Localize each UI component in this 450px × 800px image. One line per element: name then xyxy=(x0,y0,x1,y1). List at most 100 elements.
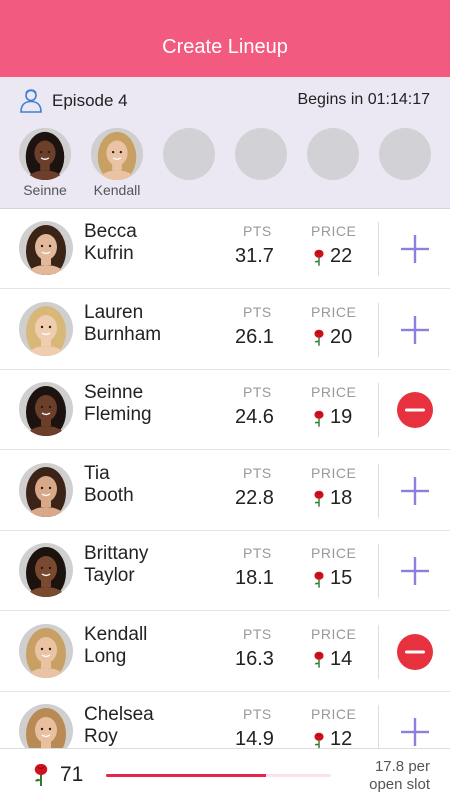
pts-label: PTS xyxy=(243,464,272,481)
pts-value: 22.8 xyxy=(235,486,274,509)
add-icon[interactable] xyxy=(397,231,433,267)
first-name: Seinne xyxy=(84,382,144,403)
first-name: Brittany xyxy=(84,543,149,564)
rose-icon xyxy=(314,410,324,427)
first-name: Becca xyxy=(84,221,137,242)
first-name: Lauren xyxy=(84,301,144,323)
contestant-row[interactable]: Becca Kufrin PTS 31.7 PRICE 22 xyxy=(0,209,450,289)
contestant-photo xyxy=(19,462,73,517)
price-value: 18 xyxy=(311,487,352,510)
rose-icon xyxy=(314,490,324,507)
contestant-photo xyxy=(19,128,71,180)
contestant-photo xyxy=(19,382,73,436)
price-amount: 12 xyxy=(330,728,353,748)
contestant-photo xyxy=(19,301,73,356)
lineup-slot-empty[interactable] xyxy=(235,128,287,180)
contestant-row[interactable]: Lauren Burnham PTS 26.1 PRICE 20 xyxy=(0,289,450,370)
divider xyxy=(378,624,379,679)
avatar xyxy=(19,704,73,748)
price-label: PRICE xyxy=(311,303,357,320)
divider xyxy=(378,222,379,276)
lineup-slot-empty[interactable] xyxy=(379,128,431,180)
price-label: PRICE xyxy=(311,384,357,400)
last-name: Kufrin xyxy=(84,243,134,264)
contestant-row[interactable]: Kendall Long PTS 16.3 PRICE 14 xyxy=(0,611,450,692)
price-amount: 18 xyxy=(330,486,353,509)
contestant-row[interactable]: Brittany Taylor PTS 18.1 PRICE 15 xyxy=(0,531,450,611)
first-name: Tia xyxy=(84,462,110,484)
pts-value: 18.1 xyxy=(235,567,274,589)
pts-value: 14.9 xyxy=(235,728,274,748)
pts-value: 31.7 xyxy=(235,245,274,267)
price-value: 15 xyxy=(311,567,352,590)
last-name: Long xyxy=(84,645,127,667)
price-amount: 14 xyxy=(330,647,353,670)
divider xyxy=(378,302,379,357)
lineup-slot-filled[interactable] xyxy=(19,128,71,180)
contestant-name: Seinne Fleming xyxy=(84,382,152,426)
last-name: Fleming xyxy=(84,404,152,425)
price-amount: 20 xyxy=(330,325,353,348)
price-value: 14 xyxy=(311,648,352,671)
pts-value: 26.1 xyxy=(235,325,274,348)
last-name: Booth xyxy=(84,484,134,506)
price-value: 22 xyxy=(311,245,352,268)
lineup-slot-filled[interactable] xyxy=(91,128,143,180)
price-value: 19 xyxy=(311,406,352,429)
rose-icon xyxy=(314,732,324,748)
add-icon[interactable] xyxy=(397,714,433,748)
budget-progress-bar xyxy=(106,774,331,777)
rose-icon xyxy=(34,764,48,786)
price-value: 20 xyxy=(311,326,352,349)
price-label: PRICE xyxy=(311,545,357,561)
add-icon[interactable] xyxy=(397,553,433,589)
price-label: PRICE xyxy=(311,625,357,642)
lineup-slot-empty[interactable] xyxy=(307,128,359,180)
contestant-row[interactable]: Chelsea Roy PTS 14.9 PRICE 12 xyxy=(0,692,450,748)
lineup-panel: Episode 4 Begins in 01:14:17 Seinne Kend… xyxy=(0,77,450,209)
rose-icon xyxy=(314,329,324,346)
remove-icon[interactable] xyxy=(397,392,433,428)
contestant-name: Lauren Burnham xyxy=(84,302,161,346)
price-value: 12 xyxy=(311,728,352,748)
contestant-name: Chelsea Roy xyxy=(84,704,154,748)
pts-value: 24.6 xyxy=(235,406,274,428)
price-label: PRICE xyxy=(311,223,357,239)
episode-title: Episode 4 xyxy=(52,91,128,110)
last-name: Taylor xyxy=(84,565,135,586)
add-icon[interactable] xyxy=(397,473,433,509)
pts-label: PTS xyxy=(243,625,272,642)
remove-icon[interactable] xyxy=(397,633,433,670)
avatar xyxy=(19,543,73,597)
add-icon[interactable] xyxy=(397,312,433,348)
pts-label: PTS xyxy=(243,384,272,400)
avg-per: per xyxy=(408,758,430,775)
avg-value: 17.8 xyxy=(374,758,405,775)
pts-label: PTS xyxy=(243,303,272,320)
last-name: Burnham xyxy=(84,323,162,345)
rose-icon xyxy=(314,651,324,668)
lineup-slot-name: Kendall xyxy=(93,182,141,198)
contestant-photo xyxy=(19,221,73,275)
avatar xyxy=(19,301,73,356)
price-amount: 22 xyxy=(330,245,353,267)
contestant-photo xyxy=(19,543,73,597)
budget-footer: 71 17.8 per open slot xyxy=(0,748,450,800)
rose-icon xyxy=(314,249,324,266)
avatar xyxy=(19,462,73,517)
divider xyxy=(378,463,379,518)
contestant-row[interactable]: Tia Booth PTS 22.8 PRICE 18 xyxy=(0,450,450,531)
contestant-row[interactable]: Seinne Fleming PTS 24.6 PRICE 19 xyxy=(0,370,450,450)
contestant-photo xyxy=(91,128,143,180)
avatar xyxy=(19,382,73,436)
avatar xyxy=(19,623,73,678)
lineup-slot-empty[interactable] xyxy=(163,128,215,180)
avg-open-slot: open slot xyxy=(369,776,430,793)
price-amount: 15 xyxy=(330,567,353,589)
budget-remaining: 71 xyxy=(60,763,84,786)
pts-label: PTS xyxy=(243,706,272,722)
contestant-list[interactable]: Becca Kufrin PTS 31.7 PRICE 22 Lauren Bu… xyxy=(0,209,450,748)
rose-icon xyxy=(314,571,324,588)
price-amount: 19 xyxy=(330,406,353,428)
price-label: PRICE xyxy=(311,706,357,722)
